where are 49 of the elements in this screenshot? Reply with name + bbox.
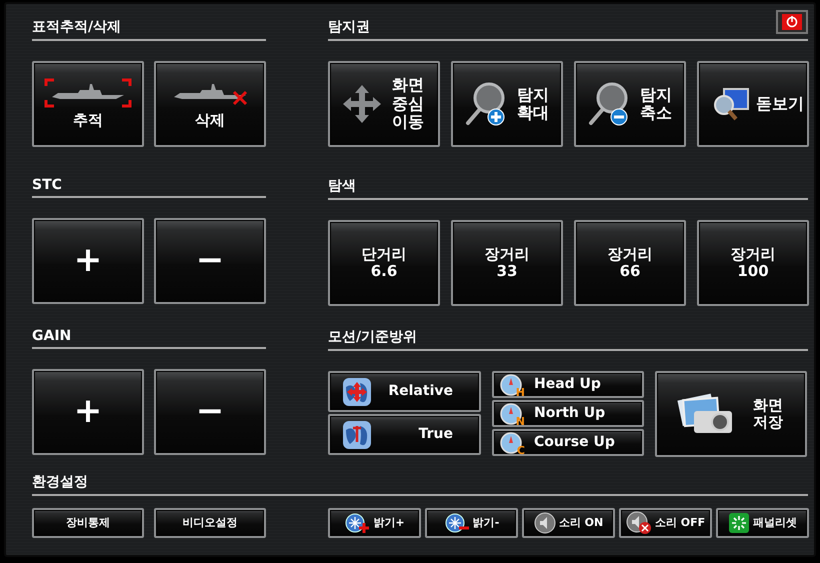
speaker-mute-icon bbox=[626, 511, 652, 535]
settings-button[interactable]: 소리 ON bbox=[522, 508, 615, 538]
section-title: 탐색 bbox=[328, 177, 808, 200]
settings-button[interactable]: 패널리셋 bbox=[716, 508, 809, 538]
ship-button[interactable]: 추적 bbox=[32, 61, 144, 147]
settings-button[interactable]: 밝기+ bbox=[328, 508, 421, 538]
stc-button[interactable]: + bbox=[32, 218, 144, 304]
settings-button[interactable]: 밝기- bbox=[425, 508, 518, 538]
save-screen-button[interactable]: 화면 저장 bbox=[655, 371, 807, 457]
gain-button[interactable]: + bbox=[32, 369, 144, 455]
compass-icon: C bbox=[500, 432, 522, 454]
bearing-button[interactable]: N North Up bbox=[492, 400, 644, 427]
bearing-button[interactable]: C Course Up bbox=[492, 429, 644, 456]
section-title: STC bbox=[32, 177, 266, 198]
section-title: 탐지권 bbox=[328, 18, 808, 41]
stc-button[interactable]: − bbox=[154, 218, 266, 304]
speaker-icon bbox=[534, 512, 556, 534]
move-arrows-icon bbox=[340, 83, 383, 125]
power-icon bbox=[782, 14, 802, 30]
range-button[interactable]: 화면 중심 이동 bbox=[328, 61, 440, 147]
range-button[interactable]: 탐지 축소 bbox=[574, 61, 686, 147]
range-mode-button[interactable]: 장거리 33 bbox=[451, 220, 563, 306]
bearing-button[interactable]: H Head Up bbox=[492, 371, 644, 398]
globe-arrows-icon bbox=[342, 376, 372, 406]
section-title: 모션/기준방위 bbox=[328, 328, 808, 351]
section-title: 환경설정 bbox=[32, 473, 808, 496]
range-mode-button[interactable]: 단거리 6.6 bbox=[328, 220, 440, 306]
range-mode-button[interactable]: 장거리 100 bbox=[697, 220, 809, 306]
settings-button[interactable]: 비디오설정 bbox=[154, 508, 266, 538]
section-title: GAIN bbox=[32, 328, 266, 349]
compass-icon: N bbox=[500, 402, 522, 424]
brightness-up-icon bbox=[344, 512, 370, 534]
power-button[interactable] bbox=[776, 10, 808, 34]
magnifier-monitor-icon bbox=[712, 87, 750, 121]
section-title: 표적추적/삭제 bbox=[32, 18, 266, 41]
settings-button[interactable]: 소리 OFF bbox=[619, 508, 712, 538]
ship-target-icon bbox=[44, 78, 132, 108]
brightness-down-icon bbox=[444, 512, 470, 534]
range-button[interactable]: 탐지 확대 bbox=[451, 61, 563, 147]
globe-pin-icon bbox=[342, 420, 372, 450]
ship-button[interactable]: 삭제 bbox=[154, 61, 266, 147]
settings-button[interactable]: 장비통제 bbox=[32, 508, 144, 538]
motion-button[interactable]: Relative bbox=[328, 371, 481, 412]
compass-icon: H bbox=[500, 374, 522, 396]
motion-button[interactable]: True bbox=[328, 414, 481, 455]
range-button[interactable]: 돋보기 bbox=[697, 61, 809, 147]
gain-button[interactable]: − bbox=[154, 369, 266, 455]
range-mode-button[interactable]: 장거리 66 bbox=[574, 220, 686, 306]
reset-icon bbox=[728, 512, 750, 534]
